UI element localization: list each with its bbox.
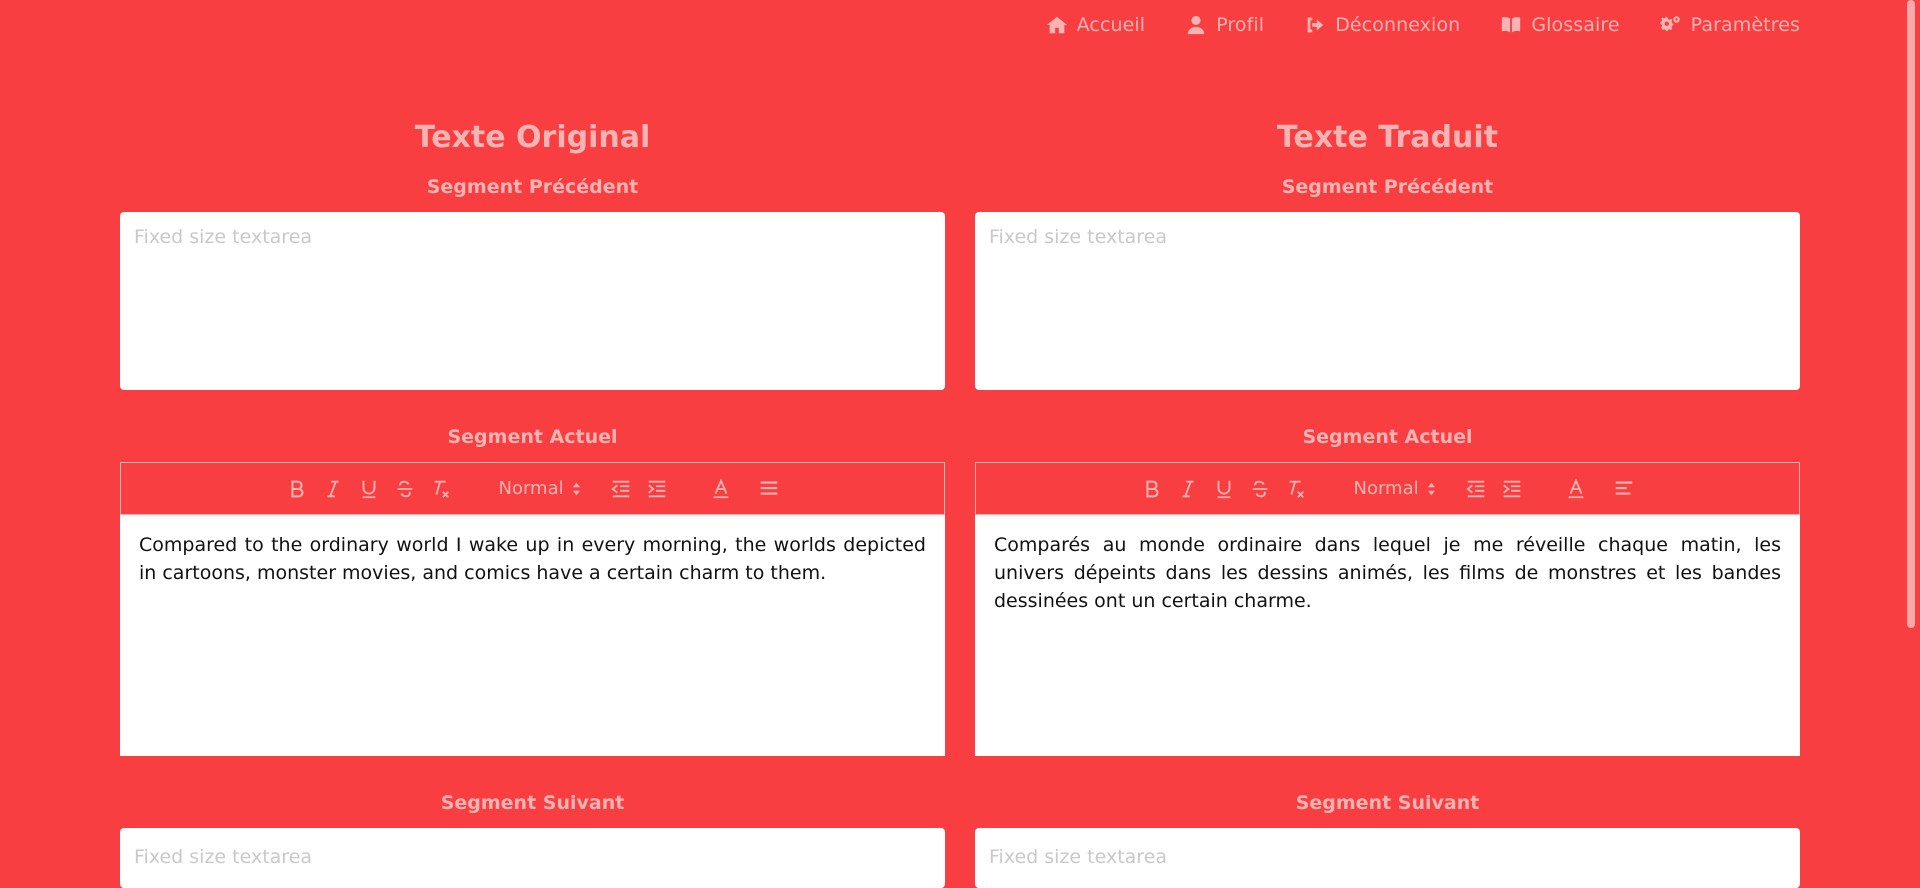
strike-button[interactable]	[393, 477, 417, 501]
underline-icon	[1217, 480, 1230, 498]
translated-next-label: Segment Suivant	[1295, 792, 1480, 814]
italic-icon	[1182, 480, 1193, 497]
outdent-button[interactable]	[609, 477, 633, 501]
format-select-value: Normal	[1353, 478, 1419, 499]
translated-toolbar: Normal	[975, 462, 1800, 515]
italic-button[interactable]	[321, 477, 345, 501]
outdent-button[interactable]	[1464, 477, 1488, 501]
underline-icon	[362, 480, 375, 498]
format-select[interactable]: Normal	[499, 478, 581, 499]
text-color-button[interactable]	[1564, 477, 1588, 501]
strike-icon	[1252, 480, 1267, 497]
align-left-icon	[1615, 480, 1632, 495]
original-cur-label: Segment Actuel	[447, 426, 618, 448]
home-icon	[1046, 16, 1067, 34]
translated-cur-label: Segment Actuel	[1302, 426, 1473, 448]
page-scrollbar[interactable]	[1903, 0, 1920, 875]
translated-next-textarea[interactable]	[975, 828, 1800, 888]
indent-icon	[647, 480, 665, 497]
original-prev-textarea[interactable]	[120, 212, 945, 390]
outdent-icon	[610, 480, 629, 497]
format-select[interactable]: Normal	[1354, 478, 1436, 499]
original-prev-label: Segment Précédent	[426, 176, 639, 198]
nav-profil-label: Profil	[1216, 14, 1265, 36]
translated-prev-textarea[interactable]	[975, 212, 1800, 390]
clean-format-button[interactable]	[1284, 477, 1308, 501]
underline-button[interactable]	[1212, 477, 1236, 501]
text-color-button[interactable]	[709, 477, 733, 501]
nav-deconnexion-label: Déconnexion	[1335, 14, 1461, 36]
translated-prev-label: Segment Précédent	[1281, 176, 1494, 198]
align-button[interactable]	[1612, 477, 1636, 501]
align-button[interactable]	[757, 477, 781, 501]
text-color-icon	[713, 477, 728, 498]
bold-icon	[290, 480, 303, 497]
translated-current-text[interactable]: Comparés au monde ordinaire dans lequel …	[975, 515, 1800, 756]
original-column: Texte Original Segment Précédent Segment…	[120, 112, 945, 888]
nav-deconnexion[interactable]: Déconnexion	[1304, 14, 1460, 36]
user-icon	[1187, 15, 1205, 35]
italic-button[interactable]	[1176, 477, 1200, 501]
bold-icon	[1145, 480, 1158, 497]
original-toolbar: Normal	[120, 462, 945, 515]
format-select-value: Normal	[498, 478, 564, 499]
original-title: Texte Original	[414, 120, 651, 155]
nav-parametres-label: Paramètres	[1690, 14, 1800, 36]
clean-format-button[interactable]	[429, 477, 453, 501]
translated-editor: Normal Comparés au monde ordinaire dans …	[975, 462, 1800, 756]
original-current-text[interactable]: Compared to the ordinary world I wake up…	[120, 515, 945, 756]
italic-icon	[327, 480, 338, 497]
nav-accueil[interactable]: Accueil	[1046, 14, 1146, 36]
clear-format-icon	[434, 480, 449, 498]
underline-button[interactable]	[357, 477, 381, 501]
align-justify-icon	[760, 480, 777, 495]
original-editor: Normal Compared to the ordinary world I …	[120, 462, 945, 756]
original-next-textarea[interactable]	[120, 828, 945, 888]
indent-button[interactable]	[645, 477, 669, 501]
translated-title: Texte Traduit	[1277, 120, 1498, 155]
indent-button[interactable]	[1500, 477, 1524, 501]
strike-button[interactable]	[1248, 477, 1272, 501]
outdent-icon	[1465, 480, 1484, 497]
original-next-label: Segment Suivant	[440, 792, 625, 814]
nav-accueil-label: Accueil	[1076, 14, 1146, 36]
select-arrows-icon	[572, 482, 580, 495]
book-icon	[1502, 17, 1521, 33]
text-color-icon	[1568, 477, 1583, 498]
nav-parametres[interactable]: Paramètres	[1659, 14, 1800, 36]
bold-button[interactable]	[285, 477, 309, 501]
top-nav: Accueil Profil Déconnexion Glossaire Par…	[1046, 14, 1800, 36]
nav-glossaire[interactable]: Glossaire	[1500, 14, 1620, 36]
select-arrows-icon	[1427, 482, 1435, 495]
indent-icon	[1502, 480, 1520, 497]
logout-icon	[1307, 17, 1324, 33]
scrollbar-thumb[interactable]	[1907, 0, 1915, 628]
strike-icon	[397, 480, 412, 497]
clear-format-icon	[1289, 480, 1304, 498]
bold-button[interactable]	[1140, 477, 1164, 501]
nav-glossaire-label: Glossaire	[1531, 14, 1620, 36]
nav-profil[interactable]: Profil	[1185, 14, 1264, 36]
translated-column: Texte Traduit Segment Précédent Segment …	[975, 112, 1800, 888]
cogs-icon	[1659, 16, 1680, 32]
